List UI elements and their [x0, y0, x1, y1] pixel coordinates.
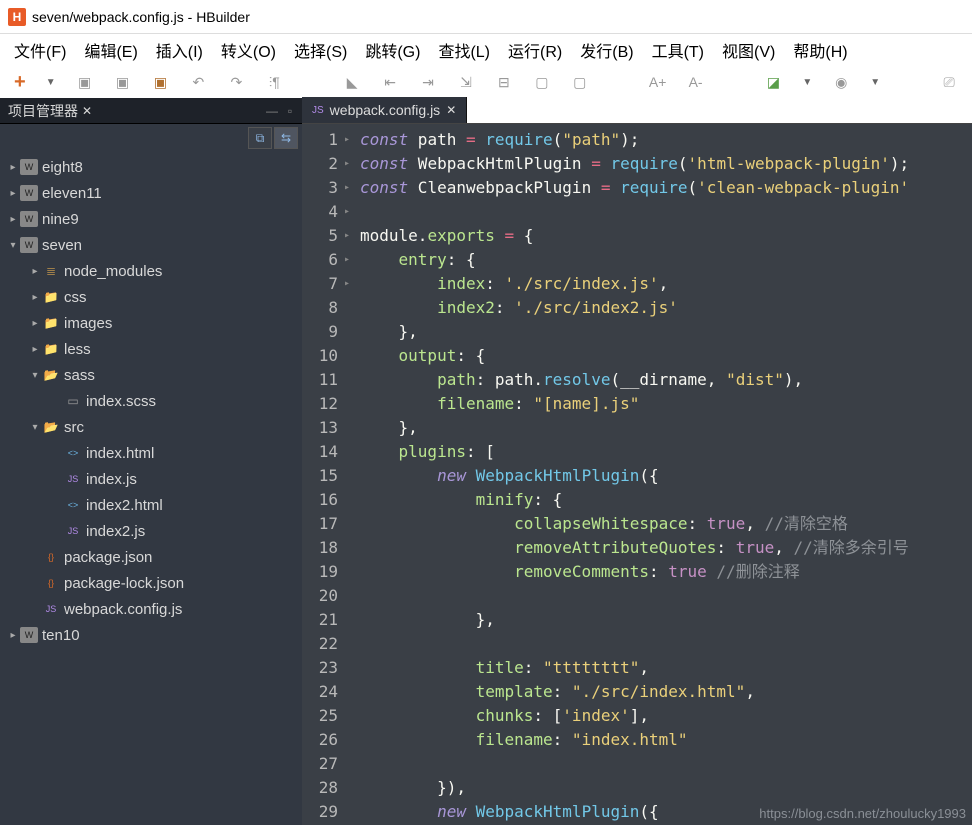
panel-min-icon[interactable]: — [264, 103, 280, 119]
tree-item[interactable]: <>index.html [0, 440, 302, 466]
tree-item[interactable]: ▾Wseven [0, 232, 302, 258]
app-icon: H [8, 8, 26, 26]
filter-bar: ⧉ ⇆ [0, 124, 302, 152]
filter-link-icon[interactable]: ⧉ [248, 127, 272, 149]
tree-item[interactable]: ▾📂sass [0, 362, 302, 388]
editor-area: JS webpack.config.js ✕ 12345678910111213… [302, 98, 972, 825]
menu-run[interactable]: 运行(R) [500, 36, 570, 64]
code-content[interactable]: const path = require("path");const Webpa… [344, 124, 972, 825]
panel-close-icon[interactable]: ✕ [82, 104, 92, 118]
block-icon[interactable]: ⊟ [495, 73, 513, 91]
menu-edit[interactable]: 编辑(E) [76, 36, 145, 64]
main-area: 项目管理器 ✕ — ▫ ⧉ ⇆ ▸Weight8▸Weleven11▸Wnine… [0, 98, 972, 825]
line-gutter: 1234567891011121314151617181920212223242… [302, 124, 344, 825]
undo-icon[interactable]: ↶ [189, 73, 207, 91]
globe-icon[interactable]: ◉ [832, 73, 850, 91]
menu-insert[interactable]: 插入(I) [148, 36, 211, 64]
tree-item[interactable]: ▸📁less [0, 336, 302, 362]
tree-item[interactable]: ▸≣node_modules [0, 258, 302, 284]
sidebar: 项目管理器 ✕ — ▫ ⧉ ⇆ ▸Weight8▸Weleven11▸Wnine… [0, 98, 302, 825]
tree-item[interactable]: JSwebpack.config.js [0, 596, 302, 622]
tree-item[interactable]: ▸Wnine9 [0, 206, 302, 232]
tree-item[interactable]: ▸📁images [0, 310, 302, 336]
panel-restore-icon[interactable]: ▫ [282, 103, 298, 119]
font-increase-icon[interactable]: A+ [649, 73, 667, 91]
menu-bar: 文件(F) 编辑(E) 插入(I) 转义(O) 选择(S) 跳转(G) 查找(L… [0, 34, 972, 66]
font-decrease-icon[interactable]: A- [687, 73, 705, 91]
panel-tools: — ▫ [264, 103, 302, 119]
tree-item[interactable]: ▸Wten10 [0, 622, 302, 648]
tree-item[interactable]: <>index2.html [0, 492, 302, 518]
status-dropdown-icon[interactable]: ▼ [802, 77, 812, 88]
tree-item[interactable]: JSindex2.js [0, 518, 302, 544]
selection-icon[interactable]: ⇲ [457, 73, 475, 91]
format-icon[interactable]: ⫶¶ [265, 73, 283, 91]
editor-tab-label: webpack.config.js [330, 102, 441, 118]
tree-item[interactable]: ▭index.scss [0, 388, 302, 414]
menu-file[interactable]: 文件(F) [6, 36, 74, 64]
title-bar: H seven/webpack.config.js - HBuilder [0, 0, 972, 34]
tree-item[interactable]: {}package.json [0, 544, 302, 570]
menu-select[interactable]: 选择(S) [286, 36, 355, 64]
menu-help[interactable]: 帮助(H) [785, 36, 855, 64]
globe-dropdown-icon[interactable]: ▼ [870, 77, 880, 88]
tree-item[interactable]: ▸Weight8 [0, 154, 302, 180]
console-icon[interactable]: ▢ [571, 73, 589, 91]
editor-tab-webpack-config[interactable]: JS webpack.config.js ✕ [302, 97, 467, 123]
menu-find[interactable]: 查找(L) [430, 36, 498, 64]
editor-tabs: JS webpack.config.js ✕ [302, 98, 972, 124]
tree-item[interactable]: ▸📁css [0, 284, 302, 310]
save-icon[interactable]: ▣ [76, 73, 94, 91]
panel-tab-label: 项目管理器 [8, 101, 78, 121]
panel-tab-project-manager[interactable]: 项目管理器 ✕ [0, 99, 100, 123]
panel-tab-row: 项目管理器 ✕ — ▫ [0, 98, 302, 124]
fold-gutter: ▸▸▸▸▸▸▸ [344, 128, 356, 296]
menu-view[interactable]: 视图(V) [714, 36, 783, 64]
toolbar: + ▼ ▣ ▣ ▣ ↶ ↷ ⫶¶ ◣ ⇤ ⇥ ⇲ ⊟ ▢ ▢ A+ A- ◪ ▼… [0, 66, 972, 98]
filter-sync-icon[interactable]: ⇆ [274, 127, 298, 149]
project-tree[interactable]: ▸Weight8▸Weleven11▸Wnine9▾Wseven▸≣node_m… [0, 152, 302, 825]
window-title: seven/webpack.config.js - HBuilder [32, 9, 250, 25]
js-file-icon: JS [312, 105, 324, 116]
tree-item[interactable]: {}package-lock.json [0, 570, 302, 596]
outdent-icon[interactable]: ⇤ [381, 73, 399, 91]
bookmark-icon[interactable]: ◣ [343, 73, 361, 91]
agent-icon[interactable]: ⎚ [940, 73, 958, 91]
preview-icon[interactable]: ▢ [533, 73, 551, 91]
indent-icon[interactable]: ⇥ [419, 73, 437, 91]
menu-publish[interactable]: 发行(B) [572, 36, 641, 64]
new-dropdown-icon[interactable]: ▼ [46, 77, 56, 88]
watermark: https://blog.csdn.net/zhoulucky1993 [759, 806, 966, 821]
saveall-icon[interactable]: ▣ [114, 73, 132, 91]
editor-tab-close-icon[interactable]: ✕ [446, 103, 456, 117]
new-icon[interactable]: + [14, 71, 26, 94]
tree-item[interactable]: JSindex.js [0, 466, 302, 492]
menu-goto[interactable]: 跳转(G) [357, 36, 428, 64]
redo-icon[interactable]: ↷ [227, 73, 245, 91]
code-editor[interactable]: 1234567891011121314151617181920212223242… [302, 124, 972, 825]
paste-icon[interactable]: ▣ [151, 73, 169, 91]
menu-tools[interactable]: 工具(T) [644, 36, 712, 64]
status-icon[interactable]: ◪ [764, 73, 782, 91]
menu-escape[interactable]: 转义(O) [213, 36, 284, 64]
tree-item[interactable]: ▸Weleven11 [0, 180, 302, 206]
tree-item[interactable]: ▾📂src [0, 414, 302, 440]
